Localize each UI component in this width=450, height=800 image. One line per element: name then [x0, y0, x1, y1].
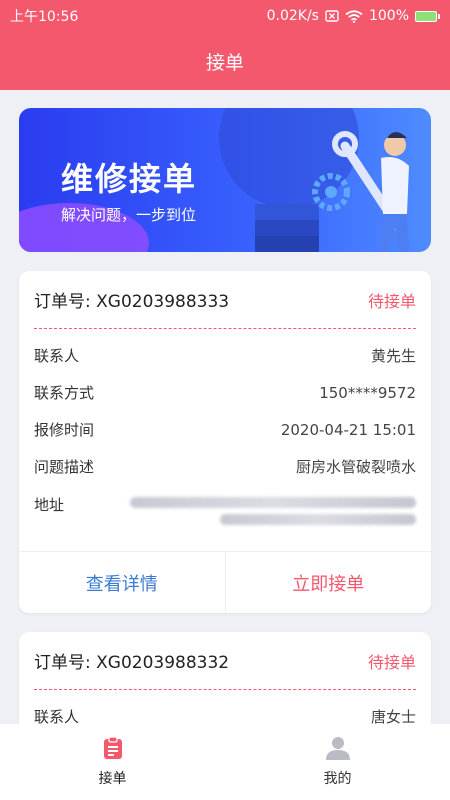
page-title: 接单	[205, 51, 244, 74]
address-row: 地址	[34, 485, 416, 535]
tab-mine[interactable]: 我的	[225, 724, 450, 800]
top-bar: 上午10:56 0.02K/s 100% 接单	[0, 0, 450, 90]
status-time: 上午10:56	[10, 9, 79, 25]
user-icon	[325, 737, 350, 760]
tab-mine-label: 我的	[323, 771, 352, 787]
banner-title: 维修接单	[61, 160, 198, 198]
order-number: 订单号: XG0203988332	[34, 653, 230, 673]
repair-time-value: 2020-04-21 15:01	[280, 420, 416, 439]
order-details: 联系人 黄先生 联系方式 150****9572 报修时间 2020-04-21…	[19, 329, 431, 535]
view-details-button[interactable]: 查看详情	[19, 552, 226, 613]
tab-orders-label: 接单	[98, 771, 127, 787]
order-status: 待接单	[367, 291, 416, 311]
address-label: 地址	[34, 496, 65, 514]
battery-icon	[415, 10, 440, 22]
problem-value: 厨房水管破裂喷水	[295, 458, 416, 476]
problem-row: 问题描述 厨房水管破裂喷水	[34, 448, 416, 485]
repair-time-label: 报修时间	[34, 421, 95, 439]
repair-worker-illustration	[255, 131, 409, 252]
banner[interactable]: 维修接单 解决问题，一步到位	[19, 108, 431, 252]
network-speed: 0.02K/s	[266, 8, 319, 24]
order-actions: 查看详情 立即接单	[19, 551, 431, 613]
order-status: 待接单	[367, 652, 416, 672]
order-card: 订单号: XG0203988333 待接单 联系人 黄先生 联系方式 150**…	[19, 271, 431, 613]
bottom-tab-bar: 接单 我的	[0, 724, 450, 800]
order-number: 订单号: XG0203988333	[34, 292, 230, 312]
order-card-header: 订单号: XG0203988333 待接单	[19, 271, 431, 328]
contact-row: 联系人 黄先生	[34, 337, 416, 374]
battery-percent: 100%	[368, 8, 409, 24]
accept-order-button[interactable]: 立即接单	[226, 552, 432, 613]
contact-label: 联系人	[34, 347, 80, 365]
repair-time-row: 报修时间 2020-04-21 15:01	[34, 411, 416, 448]
address-value-blurred	[130, 494, 416, 525]
status-bar: 上午10:56 0.02K/s 100%	[0, 0, 450, 32]
banner-subtitle: 解决问题，一步到位	[61, 206, 197, 224]
order-card-header: 订单号: XG0203988332 待接单	[19, 632, 431, 689]
wifi-icon	[345, 9, 363, 23]
contact-value: 黄先生	[370, 347, 416, 365]
phone-label: 联系方式	[34, 384, 95, 402]
tab-orders[interactable]: 接单	[0, 724, 225, 800]
clipboard-icon	[103, 736, 122, 759]
status-right: 0.02K/s 100%	[267, 8, 440, 24]
sim-icon	[325, 10, 339, 22]
problem-label: 问题描述	[34, 458, 95, 476]
phone-value: 150****9572	[319, 383, 416, 402]
phone-row: 联系方式 150****9572	[34, 374, 416, 411]
